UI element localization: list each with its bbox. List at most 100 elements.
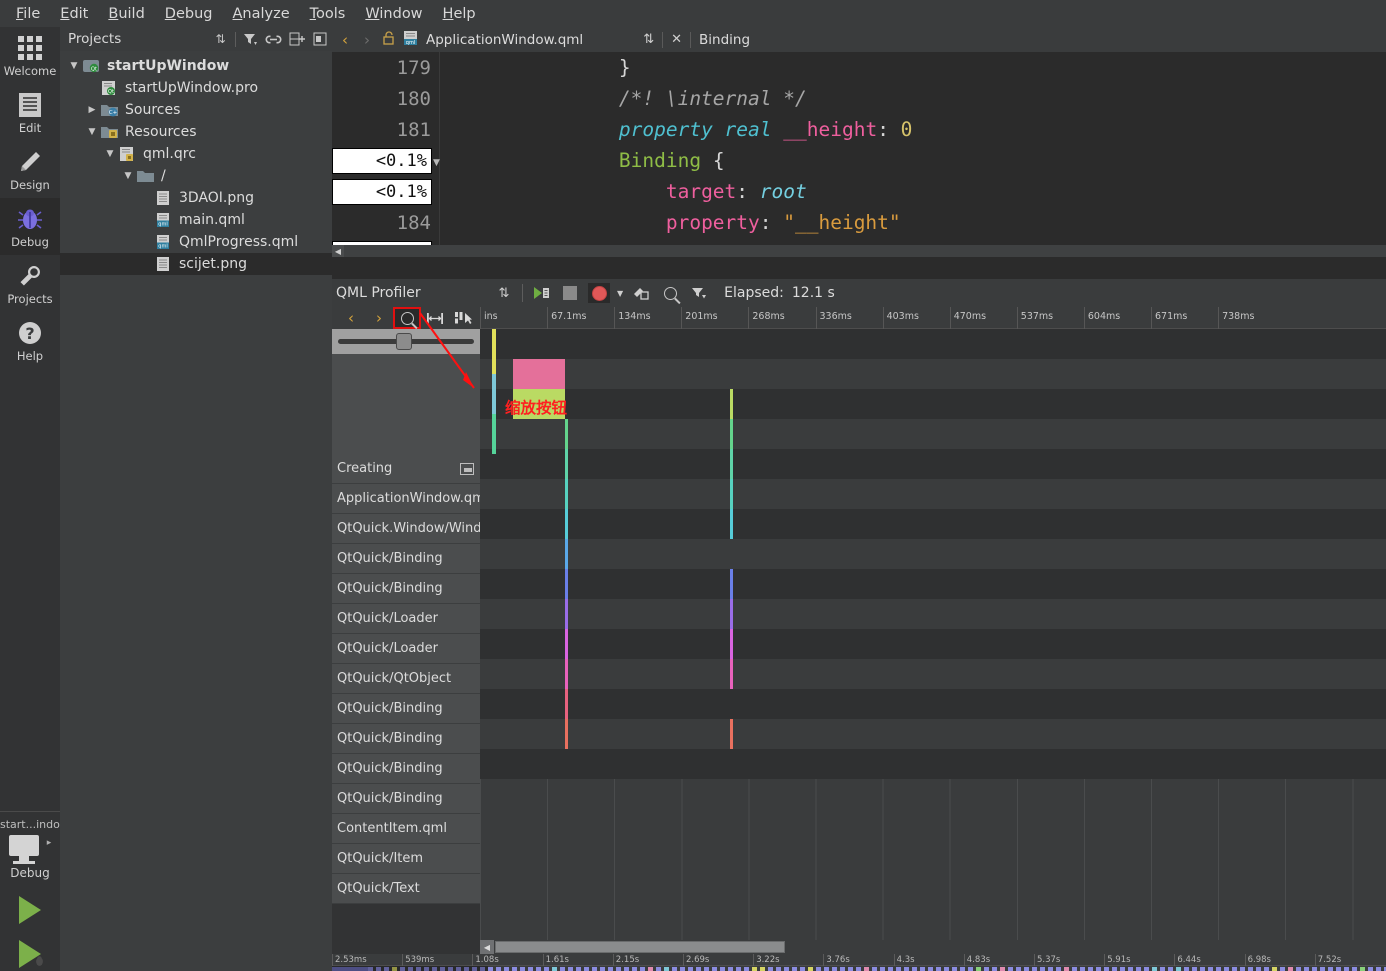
run-profiler-icon[interactable]: [530, 283, 552, 303]
search-icon[interactable]: [659, 283, 681, 303]
project-tree[interactable]: ▼ Qt startUpWindow Qt startUpWindow.pro ▶ C+ So…: [60, 51, 332, 275]
chevron-down-icon[interactable]: ▼: [84, 127, 100, 137]
link-icon[interactable]: [265, 31, 282, 48]
timeline-row-label-qtquick-binding[interactable]: QtQuick/Binding: [332, 724, 480, 754]
mode-button-design[interactable]: Design: [0, 141, 60, 198]
zoom-slider-knob[interactable]: [396, 333, 412, 350]
unlocked-icon[interactable]: [382, 30, 395, 49]
mode-button-debug[interactable]: Debug: [0, 198, 60, 255]
timeline-event[interactable]: [565, 719, 568, 749]
tree-item-[interactable]: ▼ /: [60, 165, 332, 187]
timeline-event[interactable]: [730, 599, 733, 629]
timeline-event[interactable]: [565, 629, 568, 659]
timeline-event[interactable]: [730, 629, 733, 659]
menu-item-help[interactable]: Help: [433, 3, 486, 25]
debug-run-button[interactable]: [0, 940, 60, 968]
timeline-row-label-applicationwindow-qml[interactable]: ApplicationWindow.qml: [332, 484, 480, 514]
timeline-row-label-qtquick-window-wind[interactable]: QtQuick.Window/Wind···: [332, 514, 480, 544]
menu-item-file[interactable]: File: [6, 3, 50, 25]
zoom-control-icon[interactable]: [393, 307, 421, 329]
filter-icon[interactable]: [688, 283, 710, 303]
timeline-row-label-qtquick-loader[interactable]: QtQuick/Loader: [332, 604, 480, 634]
split-add-icon[interactable]: [288, 31, 305, 48]
timeline-event[interactable]: [565, 599, 568, 629]
chevron-down-icon[interactable]: ▼: [66, 61, 82, 71]
updown-chevron-icon[interactable]: ⇅: [493, 283, 515, 303]
jump-next-icon[interactable]: ›: [366, 308, 392, 328]
stop-icon[interactable]: [559, 283, 581, 303]
tree-item-sources[interactable]: ▶ C+ Sources: [60, 99, 332, 121]
zoom-slider-track[interactable]: [338, 333, 474, 350]
timeline-event[interactable]: [565, 479, 568, 509]
timeline-row-label-qtquick-binding[interactable]: QtQuick/Binding: [332, 694, 480, 724]
close-panel-icon[interactable]: [311, 31, 328, 48]
timeline-event[interactable]: [565, 569, 568, 599]
mode-button-welcome[interactable]: Welcome: [0, 27, 60, 84]
tree-item-startupwindow[interactable]: ▼ Qt startUpWindow: [60, 55, 332, 77]
timeline-row-label-contentitem-qml[interactable]: ContentItem.qml: [332, 814, 480, 844]
timeline-row-label-qtquick-binding[interactable]: QtQuick/Binding: [332, 754, 480, 784]
chevron-down-icon[interactable]: ▼: [120, 171, 136, 181]
mode-button-projects[interactable]: Projects: [0, 255, 60, 312]
fold-marker-icon[interactable]: ▼: [433, 158, 440, 168]
menu-item-build[interactable]: Build: [98, 3, 154, 25]
timeline-event[interactable]: [565, 659, 568, 689]
sync-sort-icon[interactable]: ⇅: [212, 31, 229, 48]
tree-item-main-qml[interactable]: qml main.qml: [60, 209, 332, 231]
menu-item-window[interactable]: Window: [355, 3, 432, 25]
menu-item-tools[interactable]: Tools: [300, 3, 356, 25]
tree-item-startupwindow-pro[interactable]: Qt startUpWindow.pro: [60, 77, 332, 99]
timeline-event[interactable]: [730, 659, 733, 689]
timeline-event[interactable]: [730, 719, 733, 749]
timeline-row-label-qtquick-qtobject[interactable]: QtQuick/QtObject: [332, 664, 480, 694]
select-events-icon[interactable]: [450, 308, 476, 328]
range-select-icon[interactable]: [422, 308, 448, 328]
zoom-slider[interactable]: [332, 329, 480, 354]
timeline-scrollbar-row[interactable]: [480, 940, 1386, 954]
chevron-left-icon[interactable]: ‹: [338, 31, 352, 49]
timeline-event[interactable]: [730, 569, 733, 599]
timeline-row-label-creating[interactable]: Creating: [332, 454, 480, 484]
timeline-row-labels[interactable]: Creating ApplicationWindow.qml QtQuick.Win…: [332, 454, 480, 904]
tree-item-resources[interactable]: ▼ Resources: [60, 121, 332, 143]
mode-button-edit[interactable]: Edit: [0, 84, 60, 141]
profile-percent-badge[interactable]: <0.1%: [332, 179, 432, 205]
timeline-event[interactable]: [730, 479, 733, 509]
editor-code-area[interactable]: } /*! \internal */ property real __heigh…: [440, 52, 1386, 257]
timeline-row-label-qtquick-text[interactable]: QtQuick/Text: [332, 874, 480, 904]
timeline-row-label-qtquick-binding[interactable]: QtQuick/Binding: [332, 784, 480, 814]
collapse-icon[interactable]: [460, 462, 474, 475]
record-icon[interactable]: [588, 283, 610, 303]
timeline-ruler[interactable]: ins 67.1ms 134ms 201ms 268ms 336ms 403ms 470ms 5…: [480, 307, 1386, 329]
chevron-right-icon[interactable]: ▶: [84, 105, 100, 115]
kit-selector-button[interactable]: ▸: [0, 835, 60, 864]
scroll-left-icon[interactable]: ◀: [332, 245, 344, 257]
timeline-event[interactable]: [565, 509, 568, 539]
menu-item-edit[interactable]: Edit: [50, 3, 98, 25]
chevron-right-icon[interactable]: ›: [360, 31, 374, 49]
menu-item-debug[interactable]: Debug: [155, 3, 223, 25]
editor-horizontal-scrollbar[interactable]: ◀: [332, 245, 1386, 257]
timeline-row-label-qtquick-binding[interactable]: QtQuick/Binding: [332, 574, 480, 604]
minimap-body[interactable]: [332, 966, 1386, 971]
mode-button-help[interactable]: ? Help: [0, 312, 60, 369]
run-button[interactable]: [0, 896, 60, 924]
tree-item-qmlprogress-qml[interactable]: qml QmlProgress.qml: [60, 231, 332, 253]
editor-gutter[interactable]: 179180181<0.1%182▼<0.1%183184<0.1%185: [332, 52, 440, 257]
close-icon[interactable]: ✕: [671, 32, 682, 47]
updown-chevron-icon[interactable]: ⇅: [643, 32, 654, 47]
record-dropdown-icon[interactable]: ▼: [617, 289, 623, 298]
timeline-event[interactable]: [565, 539, 568, 569]
clear-icon[interactable]: [630, 283, 652, 303]
profile-percent-badge[interactable]: <0.1%: [332, 148, 432, 174]
filter-icon[interactable]: [242, 31, 259, 48]
timeline-event[interactable]: [730, 509, 733, 539]
timeline-event[interactable]: [565, 689, 568, 719]
jump-prev-icon[interactable]: ‹: [338, 308, 364, 328]
timeline-row-label-qtquick-binding[interactable]: QtQuick/Binding: [332, 544, 480, 574]
tree-item-scijet-png[interactable]: scijet.png: [60, 253, 332, 275]
tree-item-qml-qrc[interactable]: ▼ qml.qrc: [60, 143, 332, 165]
timeline-overview-minimap[interactable]: 2.53ms 539ms 1.08s 1.61s 2.15s 2.69s 3.22s 3.76…: [332, 954, 1386, 971]
editor-body[interactable]: 179180181<0.1%182▼<0.1%183184<0.1%185 } …: [332, 52, 1386, 257]
timeline-row-label-qtquick-loader[interactable]: QtQuick/Loader: [332, 634, 480, 664]
